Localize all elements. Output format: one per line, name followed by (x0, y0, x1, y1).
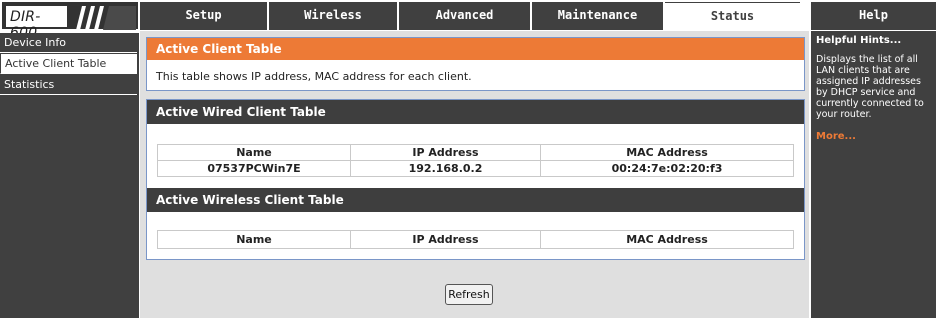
column-header-name: Name (157, 144, 351, 161)
tab-advanced[interactable]: Advanced (399, 2, 530, 30)
sidebar: Device Info Active Client Table Statisti… (0, 33, 139, 318)
column-header-ip-address: IP Address (350, 144, 541, 161)
sidebar-item-device-info[interactable]: Device Info (0, 33, 137, 53)
client-mac-cell: 00:24:7e:02:20:f3 (540, 160, 794, 177)
client-name-cell: 07537PCWin7E (157, 160, 351, 177)
refresh-button[interactable]: Refresh (445, 284, 493, 305)
column-header-mac-address: MAC Address (540, 144, 794, 161)
tab-status[interactable]: Status (665, 2, 800, 30)
tab-help[interactable]: Help (811, 2, 936, 30)
table-header-row: Name IP Address MAC Address (157, 230, 794, 249)
hints-body: Displays the list of all LAN clients tha… (816, 54, 924, 120)
page-description: This table shows IP address, MAC address… (156, 70, 472, 83)
column-header-ip-address: IP Address (350, 230, 541, 249)
page-title: Active Client Table (147, 38, 804, 60)
column-header-mac-address: MAC Address (540, 230, 794, 249)
intro-panel: Active Client Table This table shows IP … (146, 37, 805, 91)
table-header-row: Name IP Address MAC Address (157, 144, 794, 161)
table-row: 07537PCWin7E 192.168.0.2 00:24:7e:02:20:… (157, 160, 794, 177)
top-navigation-bar: DIR-600 Setup Wireless Advanced Maintena… (0, 0, 936, 41)
tab-wireless[interactable]: Wireless (269, 2, 397, 30)
wired-client-table: Name IP Address MAC Address 07537PCWin7E… (157, 144, 794, 177)
wireless-table-heading: Active Wireless Client Table (147, 188, 804, 212)
client-tables-panel: Active Wired Client Table Name IP Addres… (146, 99, 805, 260)
client-ip-cell: 192.168.0.2 (350, 160, 541, 177)
hints-more-link[interactable]: More... (816, 131, 936, 142)
tab-maintenance[interactable]: Maintenance (532, 2, 663, 30)
tab-setup[interactable]: Setup (140, 2, 267, 30)
column-header-name: Name (157, 230, 351, 249)
logo: DIR-600 (0, 0, 140, 41)
main-content: Active Client Table This table shows IP … (140, 31, 809, 318)
helpful-hints-panel: Helpful Hints... Displays the list of al… (811, 31, 936, 318)
logo-box: DIR-600 (5, 5, 68, 41)
wired-table-heading: Active Wired Client Table (147, 100, 804, 124)
hints-title: Helpful Hints... (816, 35, 902, 46)
sidebar-item-statistics[interactable]: Statistics (0, 75, 137, 95)
wireless-client-table: Name IP Address MAC Address (157, 230, 794, 249)
logo-stripes-icon (76, 6, 136, 30)
sidebar-item-active-client-table[interactable]: Active Client Table (0, 54, 137, 74)
